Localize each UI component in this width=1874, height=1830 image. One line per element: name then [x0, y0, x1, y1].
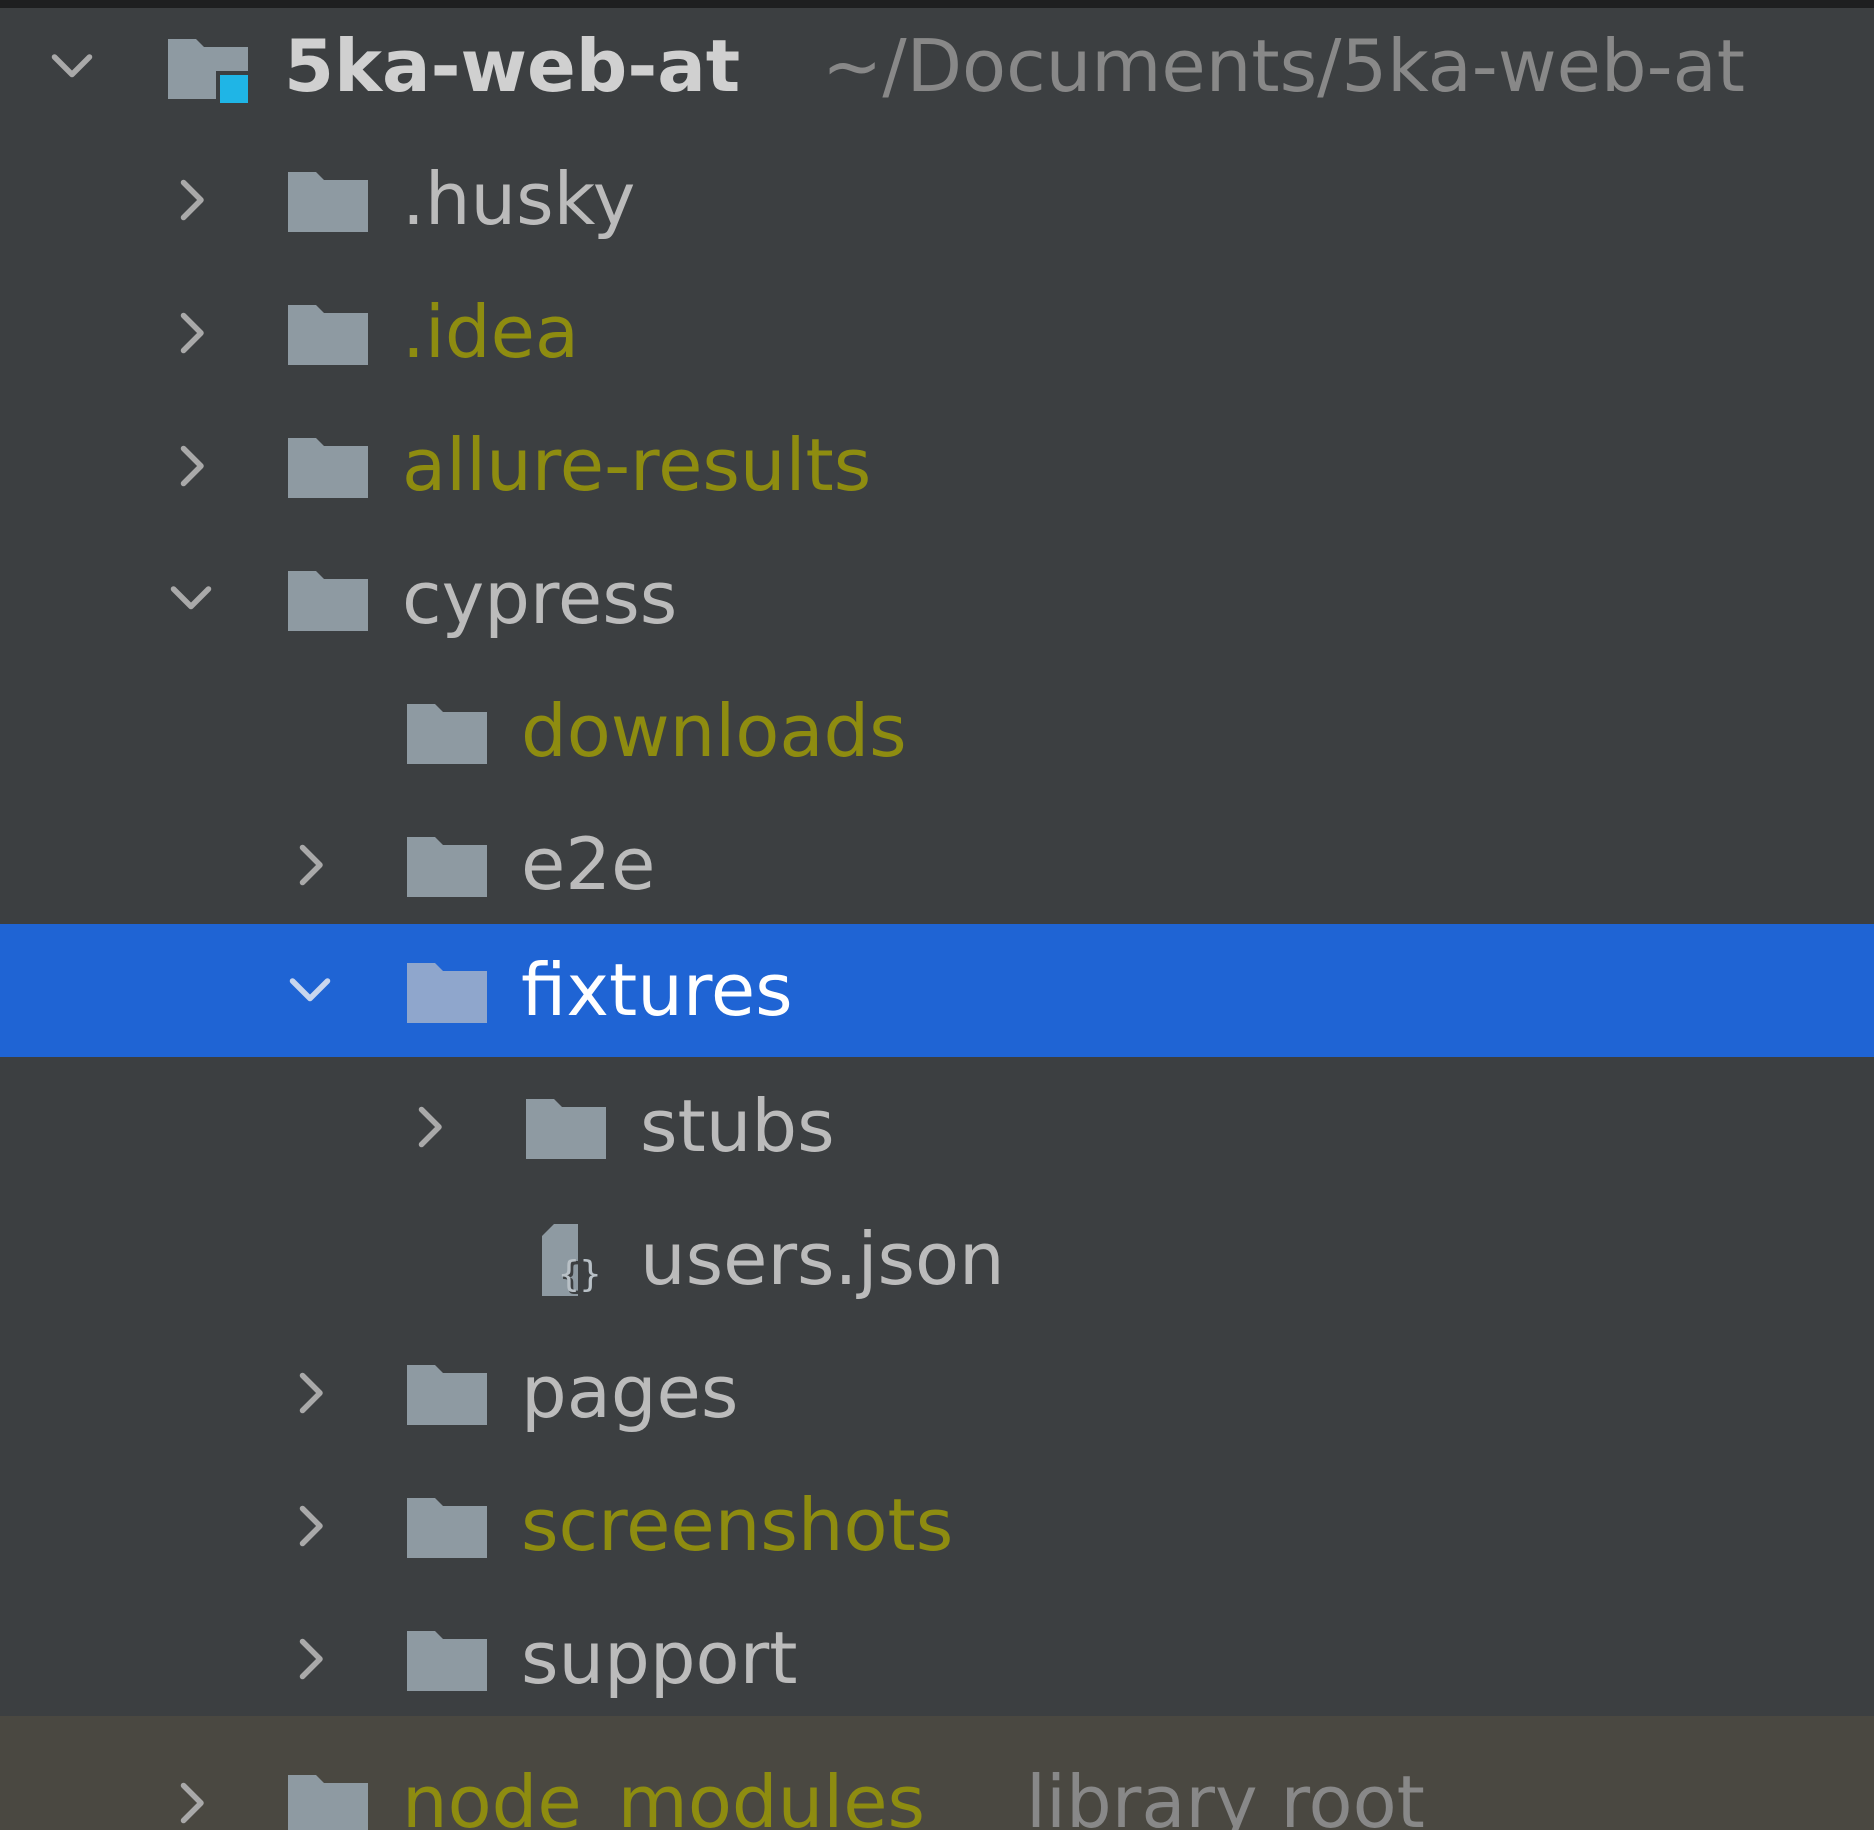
tree-item-label: node_modules [402, 1760, 926, 1830]
folder-icon [399, 798, 495, 931]
tree-row-allure-results[interactable]: allure-results [0, 399, 1874, 532]
library-root-hint: library root [1026, 1760, 1425, 1830]
tree-row-pages[interactable]: pages [0, 1326, 1874, 1459]
tree-item-label: fixtures [521, 948, 793, 1032]
tree-item-label: downloads [521, 689, 907, 773]
folder-icon [280, 399, 376, 532]
folder-icon [280, 266, 376, 399]
tree-row-node-modules[interactable]: node_modules library root [0, 1716, 1874, 1830]
json-file-icon: {} {} [518, 1193, 614, 1326]
tree-row-idea[interactable]: .idea [0, 266, 1874, 399]
tree-row-screenshots[interactable]: screenshots [0, 1459, 1874, 1592]
chevron-right-icon[interactable] [399, 1060, 459, 1193]
chevron-down-icon[interactable] [280, 924, 340, 1057]
tree-row-fixtures[interactable]: fixtures [0, 924, 1874, 1057]
tree-row-support[interactable]: support [0, 1592, 1874, 1725]
module-folder-icon [160, 0, 256, 133]
tree-item-label: e2e [521, 822, 656, 906]
tree-row-cypress[interactable]: cypress [0, 532, 1874, 665]
tree-item-label: allure-results [402, 423, 872, 507]
folder-icon [280, 133, 376, 266]
tree-row-e2e[interactable]: e2e [0, 798, 1874, 931]
tree-item-label: support [521, 1616, 798, 1700]
chevron-right-icon[interactable] [280, 1326, 340, 1459]
root-project-path: ~/Documents/5ka-web-at [822, 24, 1745, 108]
chevron-down-icon[interactable] [42, 0, 102, 133]
folder-icon [280, 532, 376, 665]
folder-icon [399, 1326, 495, 1459]
tree-row-stubs[interactable]: stubs [0, 1060, 1874, 1193]
tree-item-label: users.json [640, 1217, 1005, 1301]
tree-item-label: stubs [640, 1084, 835, 1168]
tree-item-label: .husky [402, 157, 636, 241]
chevron-down-icon[interactable] [161, 532, 221, 665]
folder-icon [280, 1736, 376, 1830]
tree-row-root[interactable]: 5ka-web-at ~/Documents/5ka-web-at [0, 0, 1874, 133]
root-project-name: 5ka-web-at [284, 24, 741, 108]
folder-icon [518, 1060, 614, 1193]
folder-icon [399, 1459, 495, 1592]
chevron-right-icon[interactable] [161, 399, 221, 532]
chevron-right-icon[interactable] [161, 1736, 221, 1830]
project-tree: 5ka-web-at ~/Documents/5ka-web-at .husky… [0, 0, 1874, 1830]
tree-item-label: pages [521, 1350, 739, 1434]
chevron-right-icon[interactable] [161, 133, 221, 266]
tree-row-downloads[interactable]: downloads [0, 665, 1874, 798]
chevron-right-icon[interactable] [280, 1592, 340, 1725]
tree-item-label: cypress [402, 556, 678, 640]
folder-icon [399, 1592, 495, 1725]
folder-icon [399, 924, 495, 1057]
chevron-right-icon[interactable] [280, 798, 340, 931]
svg-text:{}: {} [558, 1254, 601, 1295]
tree-row-users-json[interactable]: {} {} users.json [0, 1193, 1874, 1326]
tree-item-label: screenshots [521, 1483, 954, 1567]
chevron-right-icon[interactable] [280, 1459, 340, 1592]
tree-row-husky[interactable]: .husky [0, 133, 1874, 266]
tree-item-label: .idea [402, 290, 580, 374]
chevron-right-icon[interactable] [161, 266, 221, 399]
folder-icon [399, 665, 495, 798]
